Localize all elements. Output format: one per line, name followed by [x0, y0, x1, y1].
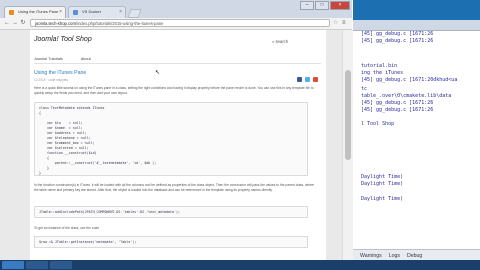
console-line: [45] gg_debug.c [1671:20dkhud<ua	[361, 77, 458, 83]
favicon-icon	[73, 10, 78, 15]
console-line: Daylight Time)	[361, 196, 404, 202]
browser-window: Using the iTunes Pane × VS Docker × – □ …	[0, 0, 353, 270]
close-tab-icon[interactable]: ×	[119, 9, 122, 15]
tab-inactive[interactable]: VS Docker ×	[68, 6, 126, 18]
url-host: joomla.tech-shop.com	[35, 21, 76, 26]
page-scrollbar[interactable]	[342, 30, 353, 270]
taskbar-button[interactable]	[26, 261, 48, 269]
code-block-instance: $row =& JTable::getInstance('metadata', …	[34, 236, 308, 248]
explanation-paragraph: In the function constructor(s) in iTunes…	[34, 183, 315, 192]
tab-label: VS Docker	[82, 9, 102, 14]
google-plus-icon[interactable]	[313, 77, 318, 82]
logs-tab[interactable]: Logs	[389, 253, 400, 259]
intro-paragraph: Here is a quick little tutorial on using…	[34, 86, 314, 95]
search-link[interactable]: ⌕ search	[272, 39, 288, 44]
mouse-cursor-icon: ↖	[155, 70, 161, 76]
new-tab-button[interactable]	[127, 9, 142, 18]
window-controls: – □ ×	[300, 1, 350, 10]
console-line: l Tool Shop	[361, 121, 395, 127]
browser-toolbar: ← → ↻ joomla.tech-shop.com/index.php/tut…	[0, 18, 352, 30]
start-button[interactable]	[2, 261, 24, 269]
facebook-icon[interactable]	[297, 77, 302, 82]
tab-label: Using the iTunes Pane	[18, 9, 59, 14]
forward-button[interactable]: →	[11, 19, 19, 27]
debug-console: [45] gg_debug.c [1671:26 [45] gg_debug.c…	[353, 31, 480, 249]
console-line: [45] gg_debug.c [1671:26	[361, 31, 434, 37]
close-window-button[interactable]: ×	[330, 1, 350, 10]
code-block-class: class TextMetadata extends ITunes { var …	[34, 102, 308, 176]
favicon-icon	[9, 10, 14, 15]
site-title[interactable]: Joomla! Tool Shop	[34, 36, 92, 43]
twitter-icon[interactable]	[305, 77, 310, 82]
address-bar[interactable]: joomla.tech-shop.com/index.php/tutorials…	[30, 19, 330, 27]
post-meta: 12 2015 · code snippets	[34, 78, 69, 82]
close-tab-icon[interactable]: ×	[59, 9, 62, 15]
code-block-include-path: JTable::addIncludePath(JPATH_COMPONENT.D…	[34, 206, 308, 218]
instance-paragraph: To get an instance of the class, use the…	[34, 226, 100, 230]
tab-active[interactable]: Using the iTunes Pane ×	[4, 6, 66, 18]
scrollbar-thumb[interactable]	[345, 70, 351, 160]
console-line: Daylight Time)	[361, 181, 404, 187]
debug-tab[interactable]: Debug	[407, 253, 422, 259]
console-line: ing the iTunes	[361, 70, 404, 76]
maximize-button[interactable]: □	[315, 1, 329, 10]
warnings-tab[interactable]: Warnings	[360, 253, 382, 259]
site-nav: Joomla! Tutorials About	[34, 57, 91, 61]
nav-item-tutorials[interactable]: Joomla! Tutorials	[34, 57, 63, 61]
console-line: [45] gg_debug.c [1671:26	[361, 100, 434, 106]
url-path: /index.php/tutorials/2015-using-the-itun…	[75, 21, 164, 26]
minimize-button[interactable]: –	[300, 1, 314, 10]
post-title[interactable]: Using the iTunes Pane	[34, 70, 86, 76]
console-line: [45] gg_debug.c [1671:26	[361, 38, 434, 44]
reload-button[interactable]: ↻	[19, 19, 27, 27]
share-icons	[297, 77, 318, 82]
nav-item-about[interactable]: About	[81, 57, 91, 61]
desktop-background	[353, 0, 480, 20]
console-line: Daylight Time)	[361, 174, 404, 180]
console-line: tutorial.bin	[361, 63, 398, 69]
console-line: table_.over\0\cmakete.lib\data	[361, 93, 452, 99]
menu-icon[interactable]: ≡	[342, 19, 346, 27]
bookmark-star-icon[interactable]: ☆	[333, 19, 338, 27]
console-line: [45] gg_debug.c [1671:26	[361, 107, 434, 113]
tab-bar: Using the iTunes Pane × VS Docker × – □ …	[0, 0, 352, 18]
back-button[interactable]: ←	[3, 19, 11, 27]
taskbar	[0, 260, 480, 270]
debug-window-titlebar	[353, 20, 480, 31]
taskbar-button[interactable]	[50, 261, 72, 269]
console-line: tc	[361, 86, 368, 92]
nav-divider	[34, 63, 321, 64]
